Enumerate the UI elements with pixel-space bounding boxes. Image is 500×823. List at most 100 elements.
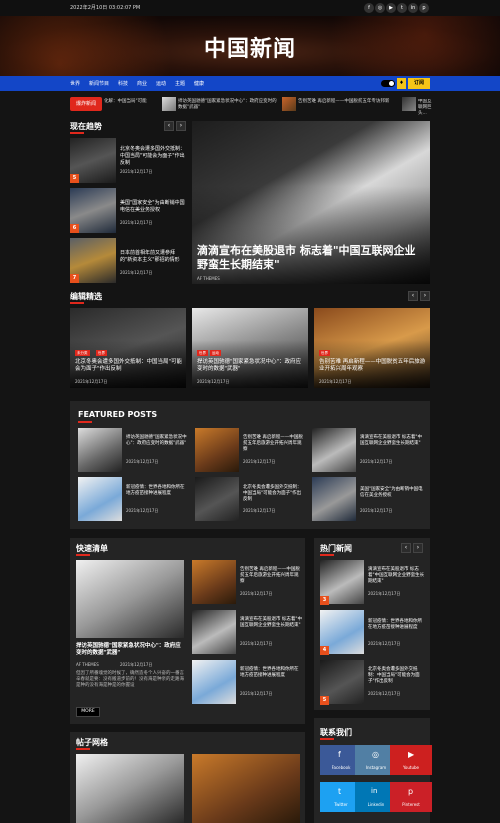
- trending-title: 现在趋势: [70, 122, 102, 131]
- hot-news-title: 热门新闻: [320, 544, 352, 553]
- quick-list-item-date: 2021年12月17日: [240, 691, 273, 696]
- youtube-icon: ▶: [408, 750, 415, 759]
- editor-card-title[interactable]: 北京冬奥会遭多国外交抵制：中国当局"可能会为面子"作出反制: [75, 359, 183, 373]
- nav-item-world[interactable]: 世界: [70, 80, 80, 87]
- pinterest-icon[interactable]: p: [419, 3, 429, 13]
- more-button[interactable]: MORE: [76, 707, 100, 717]
- section-underline: [320, 554, 334, 556]
- trending-item-title[interactable]: 日本前首相年前又遭参拜的"新资本主义"那招的情形: [120, 250, 186, 264]
- image-overlay: [314, 308, 430, 388]
- rank-badge: 7: [70, 274, 79, 283]
- linkedin-icon[interactable]: in: [408, 3, 418, 13]
- post-title[interactable]: 告别苦难 再启新程——中国脱贫五年后旅游业开拓兴周年观察: [243, 435, 305, 453]
- current-date: 2022年2月10日 03:02:07 PM: [70, 5, 141, 11]
- quick-list-thumb[interactable]: [192, 560, 236, 604]
- featured-posts-title: FEATURED POSTS: [78, 410, 158, 419]
- nav-item-news-shows[interactable]: 新闻节目: [89, 80, 109, 87]
- quick-list-item-date: 2021年12月17日: [240, 591, 273, 596]
- post-title[interactable]: 滴滴宣布在美股退市 标志着"中国互联网企业野蛮生长期结束": [360, 435, 424, 447]
- toggle-knob: [389, 81, 394, 86]
- category-tag[interactable]: 世界: [319, 350, 330, 356]
- hot-news-item-title[interactable]: 新冠疫情：世界各地和你所在地方疫苗接种进展程度: [368, 619, 426, 631]
- instagram-icon[interactable]: ◎: [375, 3, 385, 13]
- post-thumb[interactable]: [195, 428, 239, 472]
- trending-item-title[interactable]: 美国"国家安全"为由断销中国电信在美业务授权: [120, 200, 186, 214]
- hot-news-item-title[interactable]: 北京冬奥会遭多国外交抵制：中国当局"可能会为面子"作出反制: [368, 667, 426, 685]
- post-thumb[interactable]: [195, 477, 239, 521]
- bell-icon[interactable]: ♦: [397, 78, 406, 89]
- quick-list-item-title[interactable]: 新冠疫情：世界各地和你所在地方疫苗接种进展程度: [240, 667, 302, 679]
- nav-item-tech[interactable]: 科技: [118, 80, 128, 87]
- editor-card-title[interactable]: 捍访英国驰德"国家紧急状况中心"：政府应变时的数据"武器": [197, 359, 305, 373]
- post-date: 2021年12月17日: [360, 508, 393, 513]
- post-title[interactable]: 美国"国家安全"为由断销中国电信在美业务授权: [360, 487, 424, 499]
- post-thumb[interactable]: [312, 428, 356, 472]
- post-date: 2021年12月17日: [243, 459, 276, 464]
- ticker-thumb: [162, 97, 176, 111]
- chevron-right-icon[interactable]: ›: [413, 543, 423, 553]
- post-title[interactable]: 新冠疫情：世界各地和你所在地方疫苗接种进展程度: [126, 485, 188, 497]
- chevron-left-icon[interactable]: ‹: [401, 543, 411, 553]
- subscribe-button[interactable]: 订阅: [408, 78, 430, 89]
- pinterest-label: Pinterest: [402, 802, 420, 807]
- category-tag[interactable]: 世界: [96, 350, 107, 356]
- nav-item-business[interactable]: 商业: [137, 80, 147, 87]
- hot-news-item-title[interactable]: 滴滴宣布在美股退市 标志着"中国互联网企业野蛮生长期结束": [368, 567, 426, 585]
- featured-story-author[interactable]: AF THEMES: [197, 276, 220, 281]
- section-underline: [70, 302, 84, 304]
- youtube-label: Youtube: [403, 765, 419, 770]
- rank-badge: 5: [320, 696, 329, 705]
- post-thumb[interactable]: [78, 428, 122, 472]
- quick-list-main-image[interactable]: [76, 560, 184, 638]
- nav-item-health[interactable]: 健康: [194, 80, 204, 87]
- featured-story-title[interactable]: 滴滴宣布在美股退市 标志着"中国互联网企业野蛮生长期结束": [197, 244, 422, 272]
- facebook-icon[interactable]: f: [364, 3, 374, 13]
- youtube-icon[interactable]: ▶: [386, 3, 396, 13]
- twitter-icon[interactable]: t: [397, 3, 407, 13]
- linkedin-label: Linkedin: [367, 802, 385, 807]
- section-underline: [76, 554, 90, 556]
- quick-list-item-title[interactable]: 告别苦难 再启新程——中国脱贫五年后旅游业开拓兴周年观察: [240, 567, 302, 585]
- grid-post-image[interactable]: [192, 754, 300, 823]
- post-grid-title: 帖子网格: [76, 738, 108, 747]
- quick-list-main-title[interactable]: 捍访英国驰德"国家紧急状况中心"：政府应变时的数据"武器": [76, 643, 184, 657]
- post-thumb[interactable]: [312, 477, 356, 521]
- instagram-label: Instagram: [365, 765, 387, 770]
- ticker-thumb: [282, 97, 296, 111]
- quick-list-thumb[interactable]: [192, 660, 236, 704]
- hot-news-item-date: 2021年12月17日: [368, 691, 401, 696]
- site-title[interactable]: 中国新闻: [0, 31, 500, 63]
- quick-list-title: 快速清单: [76, 544, 108, 553]
- category-tag[interactable]: 未分类: [75, 350, 90, 356]
- post-title[interactable]: 北京冬奥会遭多国外交抵制：中国当局"可能会为面子"作出反制: [243, 485, 305, 503]
- ticker-item[interactable]: 化解：中国当局"可能: [104, 99, 162, 105]
- quick-list-main-author[interactable]: AF THEMES: [76, 662, 99, 667]
- post-title[interactable]: 捍访英国驰德"国家紧急状况中心"：政府应变时的数据"武器": [126, 435, 188, 447]
- twitter-icon: t: [338, 787, 342, 796]
- chevron-right-icon[interactable]: ›: [176, 121, 186, 131]
- breaking-news-label: 爆炸新闻: [70, 97, 102, 111]
- editor-card-date: 2021年12月17日: [319, 379, 352, 384]
- category-tag[interactable]: 世界: [197, 350, 208, 356]
- nav-item-sports[interactable]: 运动: [156, 80, 166, 87]
- chevron-right-icon[interactable]: ›: [420, 291, 430, 301]
- editor-card-title[interactable]: 告别苦难 再启新程——中国脱贫五年后旅游业开拓兴周年观察: [319, 359, 427, 373]
- quick-list-thumb[interactable]: [192, 610, 236, 654]
- linkedin-icon: in: [371, 787, 378, 795]
- post-thumb[interactable]: [78, 477, 122, 521]
- trending-item-title[interactable]: 北京冬奥会遭多国外交抵制：中国当局"可能会为面子"作出反制: [120, 146, 186, 167]
- grid-post-image[interactable]: [76, 754, 184, 823]
- trending-item-date: 2021年12月17日: [120, 169, 153, 174]
- editor-card-date: 2021年12月17日: [75, 379, 108, 384]
- trending-item-date: 2021年12月17日: [120, 270, 153, 275]
- ticker-item[interactable]: 中国互联网巨头...: [418, 99, 432, 117]
- chevron-left-icon[interactable]: ‹: [164, 121, 174, 131]
- ticker-item[interactable]: 捍访英国驰德"国家紧急状况中心"：政府应变时的数据"武器": [178, 99, 278, 111]
- nav-item-topics[interactable]: 主题: [175, 80, 185, 87]
- section-underline: [78, 421, 92, 423]
- category-tag[interactable]: 运动: [210, 350, 221, 356]
- quick-list-main-date: 2021年12月17日: [120, 662, 153, 667]
- ticker-item[interactable]: 告别苦难 再启新程——中国脱贫五年专访邦新: [298, 99, 398, 105]
- chevron-left-icon[interactable]: ‹: [408, 291, 418, 301]
- quick-list-item-title[interactable]: 滴滴宣布在美股退市 标志着"中国互联网企业野蛮生长期结束": [240, 617, 302, 629]
